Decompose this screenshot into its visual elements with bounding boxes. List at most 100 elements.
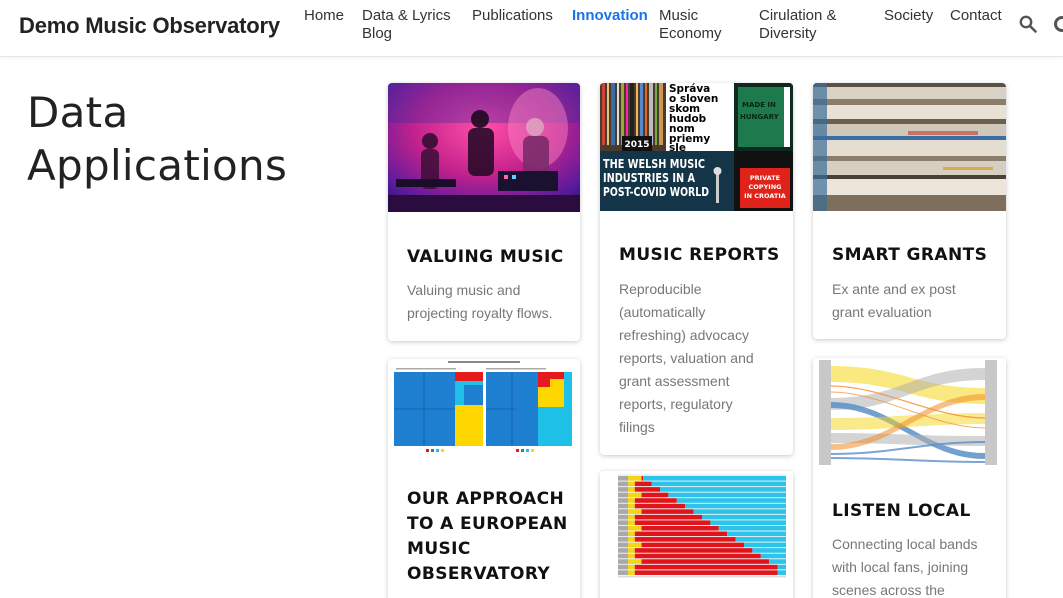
bar-segment bbox=[634, 487, 660, 492]
user-icon[interactable] bbox=[1054, 16, 1063, 32]
desc-line: Reproducible bbox=[619, 281, 702, 297]
card-title: MUSIC REPORTS bbox=[619, 245, 780, 265]
nav-innovation[interactable]: Innovation bbox=[572, 7, 648, 25]
report-year: 2015 bbox=[624, 140, 649, 150]
bar-segment bbox=[634, 498, 677, 503]
cover-text: IN CROATIA bbox=[744, 192, 786, 200]
bar-segment bbox=[618, 476, 629, 481]
bar-segment bbox=[634, 531, 728, 537]
bar-segment bbox=[628, 481, 635, 487]
card-listen-local[interactable]: LISTEN LOCAL Connecting local bands with… bbox=[813, 358, 1006, 598]
cover-text: PRIVATE bbox=[750, 174, 780, 182]
bar-segment bbox=[710, 520, 786, 525]
bar-segment bbox=[618, 498, 629, 503]
title-line: OBSERVATORY bbox=[407, 564, 551, 584]
bar-segment bbox=[628, 492, 642, 498]
bar-segment bbox=[668, 492, 786, 498]
bar-segment bbox=[760, 553, 786, 559]
search-icon[interactable] bbox=[1019, 15, 1037, 33]
card-title: VALUING MUSIC bbox=[407, 247, 564, 267]
nav-data-lyrics-blog[interactable]: Data & Lyrics Blog bbox=[362, 7, 451, 43]
desc-line: scenes across the bbox=[832, 582, 945, 598]
bar-segment bbox=[618, 509, 629, 514]
nav-label-line: Cirulation & bbox=[759, 7, 837, 24]
bar-segment bbox=[628, 559, 642, 564]
nav-circulation-diversity[interactable]: Cirulation & Diversity bbox=[759, 7, 837, 43]
bar-segment bbox=[641, 492, 669, 498]
bar-segment bbox=[685, 503, 786, 509]
page-title-line: Applications bbox=[27, 141, 288, 190]
title-line: OUR APPROACH bbox=[407, 489, 565, 509]
bar-segment bbox=[651, 481, 786, 487]
bar-segment bbox=[618, 564, 629, 570]
report-covers-collage: 2015 Správa o sloven skom hudob nom prie… bbox=[600, 83, 793, 211]
bar-segment bbox=[634, 570, 778, 575]
card-smart-grants[interactable]: SMART GRANTS Ex ante and ex post grant e… bbox=[813, 83, 1006, 339]
card-music-reports[interactable]: 2015 Správa o sloven skom hudob nom prie… bbox=[600, 83, 793, 455]
bar-segment bbox=[777, 564, 786, 570]
cover-text: MADE IN bbox=[742, 101, 776, 109]
bar-segment bbox=[618, 520, 629, 525]
card-description: Valuing music and projecting royalty flo… bbox=[407, 279, 553, 325]
card-description: Connecting local bands with local fans, … bbox=[832, 533, 978, 598]
bar-segment bbox=[702, 514, 786, 520]
page-title-line: Data bbox=[27, 88, 129, 137]
cover-text: HUNGARY bbox=[740, 113, 780, 121]
desc-line: (automatically bbox=[619, 304, 706, 320]
title-line: TO A EUROPEAN bbox=[407, 514, 568, 534]
cover-text: INDUSTRIES IN A bbox=[603, 171, 696, 185]
card-title: OUR APPROACH TO A EUROPEAN MUSIC OBSERVA… bbox=[407, 487, 568, 587]
nav-label-line: Data & Lyrics bbox=[362, 7, 451, 24]
bar-segment bbox=[769, 559, 786, 564]
bar-segment bbox=[735, 537, 786, 542]
bar-segment bbox=[634, 548, 753, 553]
bar-segment bbox=[634, 564, 778, 570]
stacked-bar-thumbnail bbox=[600, 471, 793, 598]
treemap-thumbnail bbox=[388, 359, 580, 460]
bar-segment bbox=[628, 542, 642, 548]
bar-segment bbox=[752, 548, 786, 553]
bar-segment bbox=[628, 520, 635, 525]
bar-segment bbox=[618, 492, 629, 498]
bar-segment bbox=[618, 487, 629, 492]
bar-segment bbox=[634, 537, 736, 542]
bar-segment bbox=[628, 537, 635, 542]
bar-segment bbox=[618, 553, 629, 559]
card-stacked-bar-thumbnail[interactable] bbox=[600, 471, 793, 598]
card-european-approach[interactable]: OUR APPROACH TO A EUROPEAN MUSIC OBSERVA… bbox=[388, 359, 580, 598]
bar-segment bbox=[628, 531, 635, 537]
nav-home[interactable]: Home bbox=[304, 7, 344, 25]
bar-segment bbox=[641, 542, 744, 548]
bar-segment bbox=[777, 570, 786, 575]
nav-label-line: Economy bbox=[659, 25, 722, 42]
bar-segment bbox=[634, 514, 702, 520]
bar-segment bbox=[628, 503, 635, 509]
nav-publications[interactable]: Publications bbox=[472, 7, 553, 25]
nav-society[interactable]: Society bbox=[884, 7, 933, 25]
bar-segment bbox=[628, 548, 635, 553]
desc-line: reports, regulatory bbox=[619, 396, 733, 412]
bar-segment bbox=[634, 520, 711, 525]
page-title: Data Applications bbox=[27, 86, 357, 192]
top-header: Demo Music Observatory Home Data & Lyric… bbox=[0, 0, 1063, 57]
bar-segment bbox=[660, 487, 786, 492]
card-valuing-music[interactable]: VALUING MUSIC Valuing music and projecti… bbox=[388, 83, 580, 341]
nav-music-economy[interactable]: Music Economy bbox=[659, 7, 722, 43]
paper-stack-photo bbox=[813, 83, 1006, 211]
site-brand[interactable]: Demo Music Observatory bbox=[19, 13, 280, 39]
cover-text: THE WELSH MUSIC bbox=[603, 157, 705, 171]
bar-segment bbox=[628, 553, 635, 559]
card-title: LISTEN LOCAL bbox=[832, 501, 971, 521]
bar-segment bbox=[643, 476, 786, 481]
sankey-thumbnail bbox=[813, 358, 1006, 467]
bar-segment bbox=[618, 559, 629, 564]
bar-segment bbox=[618, 514, 629, 520]
cover-text: POST-COVID WORLD bbox=[603, 185, 709, 199]
nav-contact[interactable]: Contact bbox=[950, 7, 1002, 25]
nav-label-line: Blog bbox=[362, 25, 393, 42]
bar-segment bbox=[628, 487, 635, 492]
desc-line: grant assessment bbox=[619, 373, 730, 389]
bar-segment bbox=[718, 525, 786, 531]
bar-segment bbox=[618, 503, 629, 509]
bar-segment bbox=[628, 476, 642, 481]
